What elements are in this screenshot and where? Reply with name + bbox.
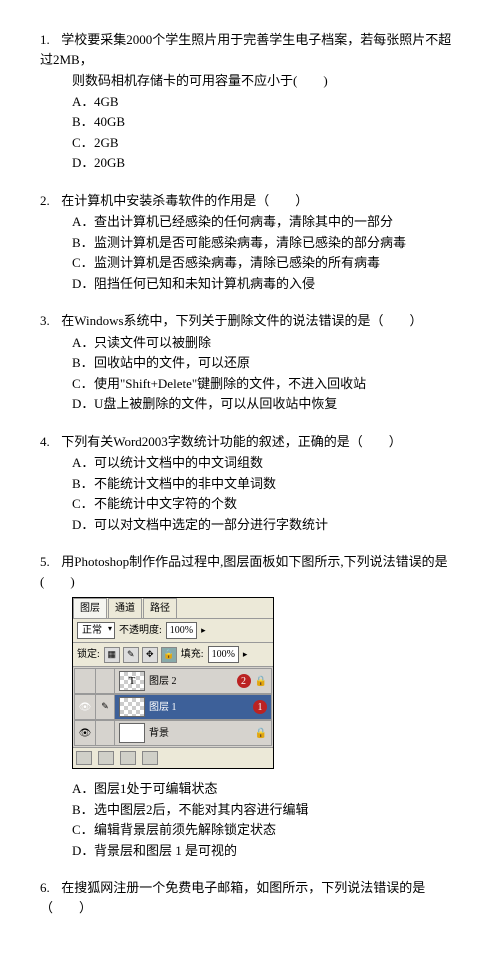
option-a: A．查出计算机已经感染的任何病毒，清除其中的一部分 xyxy=(72,212,462,232)
question-text: 在搜狐网注册一个免费电子邮箱，如图所示，下列说法错误的是（ ） xyxy=(40,880,425,915)
tab-channels[interactable]: 通道 xyxy=(108,598,142,618)
question-5: 5. 用Photoshop制作作品过程中,图层面板如下图所示,下列说法错误的是(… xyxy=(40,552,462,860)
fill-label: 填充: xyxy=(181,647,204,662)
link-cell[interactable] xyxy=(96,721,115,745)
new-group-icon[interactable] xyxy=(120,751,136,765)
layer-row-bg[interactable]: 👁 背景 🔒 xyxy=(74,720,272,746)
question-text-line1: 学校要采集2000个学生照片用于完善学生电子档案，若每张照片不超过2MB， xyxy=(40,32,451,67)
blend-opacity-row: 正常 不透明度: 100% ▸ xyxy=(73,619,273,643)
opacity-label: 不透明度: xyxy=(119,623,162,638)
option-a: A．4GB xyxy=(72,92,462,112)
question-stem: 6. 在搜狐网注册一个免费电子邮箱，如图所示，下列说法错误的是（ ） xyxy=(40,878,462,917)
option-d: D．可以对文档中选定的一部分进行字数统计 xyxy=(72,515,462,535)
lock-label: 锁定: xyxy=(77,647,100,662)
question-6: 6. 在搜狐网注册一个免费电子邮箱，如图所示，下列说法错误的是（ ） xyxy=(40,878,462,917)
visibility-toggle[interactable]: 👁 xyxy=(75,695,96,719)
question-stem: 4. 下列有关Word2003字数统计功能的叙述，正确的是（ ） xyxy=(40,432,462,452)
layer-thumb xyxy=(119,697,145,717)
visibility-toggle[interactable]: 👁 xyxy=(75,721,96,745)
option-b: B．40GB xyxy=(72,112,462,132)
visibility-toggle[interactable] xyxy=(75,669,96,693)
panel-tabs: 图层 通道 路径 xyxy=(73,598,273,619)
options: A．只读文件可以被删除 B．回收站中的文件，可以还原 C．使用"Shift+De… xyxy=(40,333,462,414)
question-number: 2. xyxy=(40,191,58,211)
chevron-right-icon[interactable]: ▸ xyxy=(243,648,248,662)
option-b: B．回收站中的文件，可以还原 xyxy=(72,353,462,373)
question-stem: 3. 在Windows系统中，下列关于删除文件的说法错误的是（ ） xyxy=(40,311,462,331)
question-number: 6. xyxy=(40,878,58,898)
question-number: 1. xyxy=(40,30,58,50)
option-d: D．背景层和图层 1 是可视的 xyxy=(72,841,462,861)
eye-icon: 👁 xyxy=(79,726,92,741)
option-c: C．使用"Shift+Delete"键删除的文件，不进入回收站 xyxy=(72,374,462,394)
question-text: 在Windows系统中，下列关于删除文件的说法错误的是（ ） xyxy=(61,313,422,328)
tab-paths[interactable]: 路径 xyxy=(143,598,177,618)
layers-list: T 图层 2 2 🔒 👁 ✎ 图层 1 1 👁 背景 🔒 xyxy=(73,667,273,747)
question-stem: 1. 学校要采集2000个学生照片用于完善学生电子档案，若每张照片不超过2MB， xyxy=(40,30,462,69)
question-2: 2. 在计算机中安装杀毒软件的作用是（ ） A．查出计算机已经感染的任何病毒，清… xyxy=(40,191,462,294)
options: A．4GB B．40GB C．2GB D．20GB xyxy=(40,92,462,173)
option-a: A．只读文件可以被删除 xyxy=(72,333,462,353)
layer-thumb: T xyxy=(119,671,145,691)
tab-layers[interactable]: 图层 xyxy=(73,598,107,618)
photoshop-layers-panel: 图层 通道 路径 正常 不透明度: 100% ▸ 锁定: ▦ ✎ ✥ 🔒 填充:… xyxy=(72,597,274,769)
option-c: C．2GB xyxy=(72,133,462,153)
option-c: C．监测计算机是否感染病毒，清除已感染的所有病毒 xyxy=(72,253,462,273)
option-d: D．阻挡任何已知和未知计算机病毒的入侵 xyxy=(72,274,462,294)
lock-icon: 🔒 xyxy=(255,674,267,689)
question-number: 5. xyxy=(40,552,58,572)
layer-name: 背景 xyxy=(149,726,255,741)
layer-name: 图层 2 xyxy=(149,674,237,689)
option-b: B．选中图层2后，不能对其内容进行编辑 xyxy=(72,800,462,820)
option-d: D．U盘上被删除的文件，可以从回收站中恢复 xyxy=(72,394,462,414)
options: A．图层1处于可编辑状态 B．选中图层2后，不能对其内容进行编辑 C．编辑背景层… xyxy=(40,779,462,860)
question-text: 在计算机中安装杀毒软件的作用是（ ） xyxy=(61,193,308,208)
question-text: 下列有关Word2003字数统计功能的叙述，正确的是（ ） xyxy=(61,434,402,449)
layer-thumb xyxy=(119,723,145,743)
question-stem: 2. 在计算机中安装杀毒软件的作用是（ ） xyxy=(40,191,462,211)
eye-icon: 👁 xyxy=(79,700,92,715)
question-1: 1. 学校要采集2000个学生照片用于完善学生电子档案，若每张照片不超过2MB，… xyxy=(40,30,462,173)
option-c: C．编辑背景层前须先解除锁定状态 xyxy=(72,820,462,840)
panel-bottom-toolbar xyxy=(73,747,273,768)
option-c: C．不能统计中文字符的个数 xyxy=(72,494,462,514)
lock-fill-row: 锁定: ▦ ✎ ✥ 🔒 填充: 100% ▸ xyxy=(73,643,273,667)
link-cell[interactable] xyxy=(96,669,115,693)
callout-2: 2 xyxy=(237,674,251,688)
option-b: B．不能统计文档中的非中文单词数 xyxy=(72,474,462,494)
chevron-right-icon[interactable]: ▸ xyxy=(201,624,206,638)
option-d: D．20GB xyxy=(72,153,462,173)
question-4: 4. 下列有关Word2003字数统计功能的叙述，正确的是（ ） A．可以统计文… xyxy=(40,432,462,535)
opacity-value[interactable]: 100% xyxy=(166,622,197,639)
option-a: A．图层1处于可编辑状态 xyxy=(72,779,462,799)
layer-name: 图层 1 xyxy=(149,700,253,715)
question-stem: 5. 用Photoshop制作作品过程中,图层面板如下图所示,下列说法错误的是(… xyxy=(40,552,462,591)
options: A．查出计算机已经感染的任何病毒，清除其中的一部分 B．监测计算机是否可能感染病… xyxy=(40,212,462,293)
lock-icon: 🔒 xyxy=(255,726,267,741)
question-3: 3. 在Windows系统中，下列关于删除文件的说法错误的是（ ） A．只读文件… xyxy=(40,311,462,414)
layer-row-2[interactable]: T 图层 2 2 🔒 xyxy=(74,668,272,694)
callout-1: 1 xyxy=(253,700,267,714)
option-a: A．可以统计文档中的中文词组数 xyxy=(72,453,462,473)
question-text-line2: 则数码相机存储卡的可用容量不应小于( ) xyxy=(40,71,462,91)
layer-style-icon[interactable] xyxy=(76,751,92,765)
question-number: 3. xyxy=(40,311,58,331)
link-cell[interactable]: ✎ xyxy=(96,695,115,719)
blend-mode-select[interactable]: 正常 xyxy=(77,622,115,639)
layer-row-1[interactable]: 👁 ✎ 图层 1 1 xyxy=(74,694,272,720)
option-b: B．监测计算机是否可能感染病毒，清除已感染的部分病毒 xyxy=(72,233,462,253)
options: A．可以统计文档中的中文词组数 B．不能统计文档中的非中文单词数 C．不能统计中… xyxy=(40,453,462,534)
layer-mask-icon[interactable] xyxy=(98,751,114,765)
adjustment-layer-icon[interactable] xyxy=(142,751,158,765)
question-text: 用Photoshop制作作品过程中,图层面板如下图所示,下列说法错误的是( ) xyxy=(40,554,448,589)
question-number: 4. xyxy=(40,432,58,452)
